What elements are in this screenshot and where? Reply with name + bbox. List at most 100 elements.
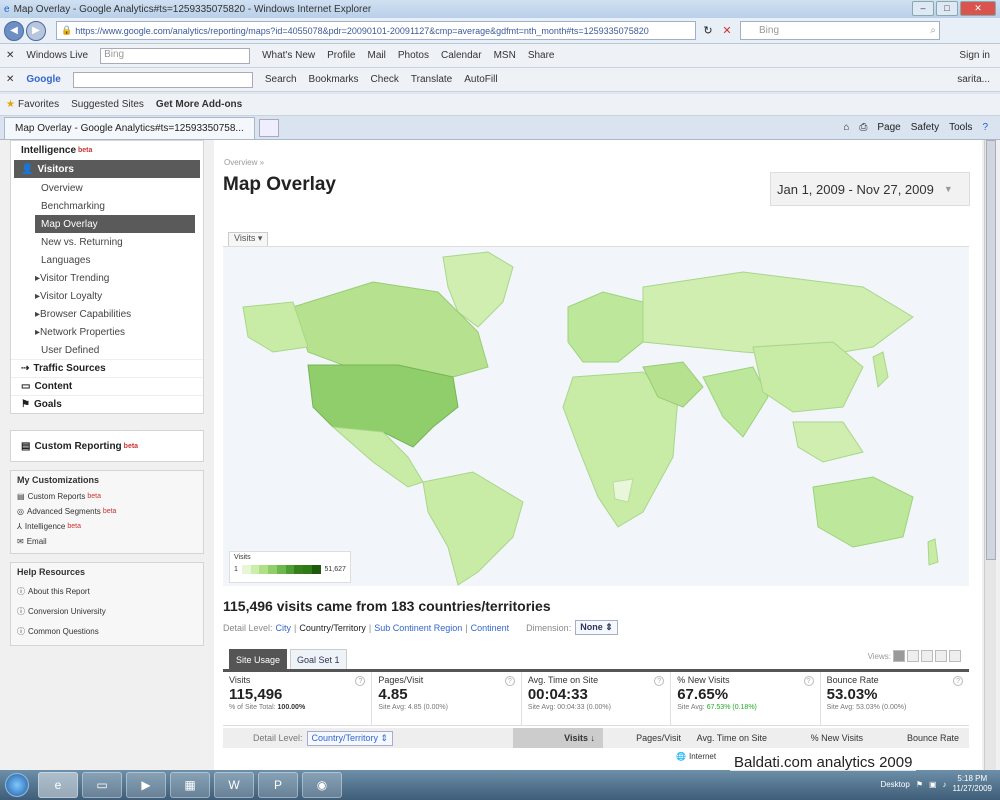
safety-menu[interactable]: Safety [911,122,939,133]
custom-reports-link[interactable]: ▤ Custom Reports beta [11,489,203,504]
volume-icon[interactable]: ♪ [943,780,947,789]
sidebar-item-visitor-trending[interactable]: ▸ Visitor Trending [11,269,203,287]
toolbar-search-field[interactable]: Bing [100,47,251,64]
bookmarks-button[interactable]: Bookmarks [309,74,359,85]
about-report-link[interactable]: ⓘ About this Report [11,581,203,601]
stop-icon[interactable]: ✕ [720,24,734,38]
back-button[interactable]: ◀ [4,20,24,41]
sidebar-item-languages[interactable]: Languages [11,251,203,269]
world-map-svg[interactable] [223,247,969,587]
sidebar-item-intelligence[interactable]: Intelligence beta [11,141,203,159]
windows-live-brand[interactable]: Windows Live [26,50,88,61]
map-east-asia[interactable] [752,341,864,413]
clock[interactable]: 5:18 PM 11/27/2009 [953,774,992,794]
sidebar-item-content[interactable]: ▭ Content [11,377,203,395]
url-field[interactable]: 🔒 https://www.google.com/analytics/repor… [56,21,696,40]
table-detail-dropdown[interactable]: Country/Territory ⇕ [306,730,394,746]
active-tab[interactable]: Map Overlay - Google Analytics#ts=125933… [4,116,255,139]
google-search-button[interactable]: Search [265,74,297,85]
toolbar-link-whats-new[interactable]: What's New [262,50,315,61]
minimize-button[interactable]: – [912,1,934,16]
map-southeast-asia[interactable] [792,421,864,463]
check-button[interactable]: Check [371,74,399,85]
date-range-picker[interactable]: Jan 1, 2009 - Nov 27, 2009 ▼ [770,172,970,206]
toolbar-link-share[interactable]: Share [528,50,555,61]
map-russia[interactable] [642,271,914,358]
sidebar-item-custom-reporting[interactable]: ▤ Custom Reporting beta [11,437,203,455]
autofill-button[interactable]: AutoFill [464,74,497,85]
get-addons-link[interactable]: Get More Add-ons [156,99,242,110]
flag-icon[interactable]: ⚑ [916,780,923,789]
taskbar-chrome-icon[interactable]: ◉ [302,772,342,798]
sidebar-item-overview[interactable]: Overview [11,179,203,197]
map-australia[interactable] [812,476,914,548]
network-icon[interactable]: ▣ [929,780,937,789]
bing-search-field[interactable]: Bing ⌕ [740,21,940,40]
bar-view-icon[interactable] [921,650,933,662]
tools-menu[interactable]: Tools [949,122,972,133]
help-icon[interactable]: ? [504,676,515,686]
tab-site-usage[interactable]: Site Usage [229,649,288,669]
comparison-view-icon[interactable] [935,650,947,662]
toolbar-link-profile[interactable]: Profile [327,50,355,61]
toolbar-link-mail[interactable]: Mail [368,50,386,61]
close-button[interactable]: ✕ [960,1,996,16]
sidebar-item-user-defined[interactable]: User Defined [11,341,203,359]
sidebar-item-new-vs-returning[interactable]: New vs. Returning [11,233,203,251]
column-bounce-rate[interactable]: Bounce Rate [871,733,967,743]
detail-subcontinent-link[interactable]: Sub Continent Region [374,623,462,633]
refresh-icon[interactable]: ↻ [701,24,715,38]
world-map[interactable]: Visits 1 51,627 [223,246,969,586]
map-new-zealand[interactable] [927,538,939,566]
help-icon[interactable]: ? [982,122,988,133]
sidebar-item-map-overlay[interactable]: Map Overlay [35,215,195,233]
column-pages-visit[interactable]: Pages/Visit [603,733,689,743]
suggested-sites-link[interactable]: Suggested Sites [71,99,144,110]
search-icon[interactable]: ⌕ [930,25,936,36]
forward-button[interactable]: ▶ [26,20,46,41]
conversion-university-link[interactable]: ⓘ Conversion University [11,601,203,621]
advanced-segments-link[interactable]: ◎ Advanced Segments beta [11,504,203,519]
favorites-button[interactable]: Favorites [18,99,59,110]
help-icon[interactable]: ? [803,676,814,686]
new-tab-button[interactable] [258,118,279,137]
sidebar-item-visitor-loyalty[interactable]: ▸ Visitor Loyalty [11,287,203,305]
breadcrumb[interactable]: Overview » [224,158,264,167]
detail-city-link[interactable]: City [276,623,292,633]
sidebar-item-visitors[interactable]: 👤 Visitors [14,160,200,178]
google-search-field[interactable] [72,71,253,88]
taskbar-media-icon[interactable]: ▶ [126,772,166,798]
map-europe[interactable] [567,291,644,363]
scrollbar-thumb[interactable] [986,140,996,560]
sidebar-item-browser-capabilities[interactable]: ▸ Browser Capabilities [11,305,203,323]
intelligence-link[interactable]: ⅄ Intelligence beta [11,519,203,534]
map-south-america[interactable] [422,471,524,586]
map-metric-selector[interactable]: Visits ▾ [228,232,269,246]
translate-button[interactable]: Translate [411,74,452,85]
help-icon[interactable]: ? [953,676,964,686]
close-toolbar-icon[interactable]: ✕ [6,74,14,85]
taskbar-word-icon[interactable]: W [214,772,254,798]
close-toolbar-icon[interactable]: ✕ [6,50,14,61]
table-view-icon[interactable] [893,650,905,662]
sidebar-item-benchmarking[interactable]: Benchmarking [11,197,203,215]
taskbar-ie-icon[interactable]: e [38,772,78,798]
pie-view-icon[interactable] [907,650,919,662]
vertical-scrollbar[interactable] [984,140,996,770]
tab-goal-set-1[interactable]: Goal Set 1 [290,649,347,669]
sidebar-item-goals[interactable]: ⚑ Goals [11,395,203,413]
sidebar-item-network-properties[interactable]: ▸ Network Properties [11,323,203,341]
column-visits[interactable]: Visits ↓ [513,728,603,748]
print-icon[interactable]: ⎙ [859,122,867,133]
start-button[interactable] [0,770,34,800]
map-india[interactable] [702,366,769,438]
column-new-visits[interactable]: % New Visits [775,733,871,743]
toolbar-link-photos[interactable]: Photos [398,50,429,61]
desktop-label[interactable]: Desktop [880,780,909,789]
user-account[interactable]: sarita... [957,74,990,85]
page-menu[interactable]: Page [877,122,900,133]
sidebar-item-traffic-sources[interactable]: ⇢ Traffic Sources [11,359,203,377]
dimension-dropdown[interactable]: None ⇕ [575,620,618,635]
taskbar-powerpoint-icon[interactable]: P [258,772,298,798]
detail-continent-link[interactable]: Continent [471,623,510,633]
